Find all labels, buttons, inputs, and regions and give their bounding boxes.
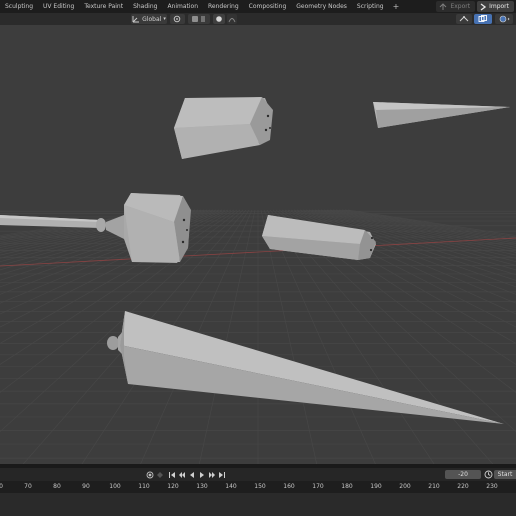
proportional-edit-toggle[interactable] (213, 14, 225, 24)
start-frame-field[interactable]: Start (494, 470, 516, 479)
play-reverse-button[interactable] (187, 470, 196, 479)
record-icon (146, 471, 153, 478)
prev-keyframe-button[interactable] (177, 470, 186, 479)
next-keyframe-icon (208, 471, 215, 478)
viewport-scene (0, 97, 516, 464)
ruler-tick: 180 (341, 483, 353, 490)
keying-set-dropdown[interactable] (156, 470, 164, 479)
ruler-tick: 190 (370, 483, 382, 490)
axes-icon (132, 16, 140, 23)
jump-start-button[interactable] (167, 470, 176, 479)
import-button[interactable]: Import (477, 1, 514, 12)
ruler-tick: 70 (24, 483, 32, 490)
preview-range-toggle[interactable] (483, 470, 493, 479)
ruler-tick: 120 (167, 483, 179, 490)
ruler-tick: 90 (82, 483, 90, 490)
xray-toggle[interactable] (495, 14, 513, 24)
play-button[interactable] (197, 470, 206, 479)
import-label: Import (489, 3, 509, 10)
timeline-header: -20 Start (0, 468, 516, 481)
add-workspace-button[interactable]: + (389, 0, 404, 13)
current-frame-field[interactable]: -20 (445, 470, 481, 479)
export-icon (440, 2, 447, 10)
snap-toggle[interactable] (188, 14, 210, 24)
tab-sculpting[interactable]: Sculpting (0, 0, 38, 13)
viewport-gizmo-toggle[interactable] (456, 14, 472, 24)
spike-top-right (373, 102, 510, 128)
orientation-label: Global (142, 15, 162, 23)
falloff-icon (228, 18, 236, 23)
tab-shading[interactable]: Shading (128, 0, 162, 13)
clock-icon (484, 470, 492, 479)
proportional-edit-icon (216, 16, 222, 22)
gizmo-icon (459, 16, 469, 22)
top-right-actions: Export Import (436, 0, 516, 13)
ruler-tick: 210 (428, 483, 440, 490)
ruler-tick: 110 (138, 483, 150, 490)
3d-viewport[interactable] (0, 25, 516, 464)
tab-geometry-nodes[interactable]: Geometry Nodes (291, 0, 352, 13)
ruler-tick: 200 (399, 483, 411, 490)
orientation-dropdown[interactable]: Global ▾ (131, 14, 167, 24)
tab-texture-paint[interactable]: Texture Paint (79, 0, 128, 13)
prev-keyframe-icon (178, 471, 185, 478)
auto-keying-toggle[interactable] (145, 470, 154, 479)
ruler-tick: 160 (283, 483, 295, 490)
tab-scripting[interactable]: Scripting (352, 0, 389, 13)
ruler-tick: 230 (486, 483, 498, 490)
chevron-right-icon (480, 2, 487, 11)
tab-animation[interactable]: Animation (162, 0, 203, 13)
pivot-icon (173, 15, 181, 23)
ruler-tick: 150 (254, 483, 266, 490)
next-keyframe-button[interactable] (207, 470, 216, 479)
xray-icon (499, 15, 510, 23)
jump-end-button[interactable] (217, 470, 226, 479)
jump-end-icon (218, 471, 225, 478)
falloff-dropdown[interactable] (227, 14, 237, 24)
tapered-block-top (174, 97, 273, 159)
ruler-tick: 130 (196, 483, 208, 490)
key-icon (157, 471, 163, 478)
tab-compositing[interactable]: Compositing (244, 0, 292, 13)
frame-ruler[interactable]: 0 70 80 90 100 110 120 130 140 150 160 1… (0, 481, 516, 493)
ruler-tick: 220 (457, 483, 469, 490)
viewport-header: Global ▾ (0, 13, 516, 25)
overlays-icon (478, 15, 487, 22)
ruler-tick: 100 (109, 483, 121, 490)
ruler-tick: 80 (53, 483, 61, 490)
ruler-tick: 170 (312, 483, 324, 490)
shaft-with-cube-head (0, 193, 191, 263)
play-reverse-icon (189, 471, 194, 478)
pivot-point-dropdown[interactable] (170, 14, 185, 24)
jump-start-icon (168, 471, 175, 478)
export-label: Export (450, 3, 471, 10)
play-icon (199, 471, 204, 478)
timeline-track-area[interactable] (0, 493, 516, 516)
tab-rendering[interactable]: Rendering (203, 0, 244, 13)
snap-icon (192, 16, 205, 22)
ruler-tick-edge: 0 (0, 483, 3, 490)
export-button[interactable]: Export (436, 1, 476, 12)
overlays-toggle[interactable] (474, 14, 492, 24)
floor-grid (0, 209, 516, 464)
tab-uv-editing[interactable]: UV Editing (38, 0, 79, 13)
chevron-down-icon: ▾ (163, 16, 166, 22)
ruler-tick: 140 (225, 483, 237, 490)
large-spike-bottom (107, 311, 504, 424)
